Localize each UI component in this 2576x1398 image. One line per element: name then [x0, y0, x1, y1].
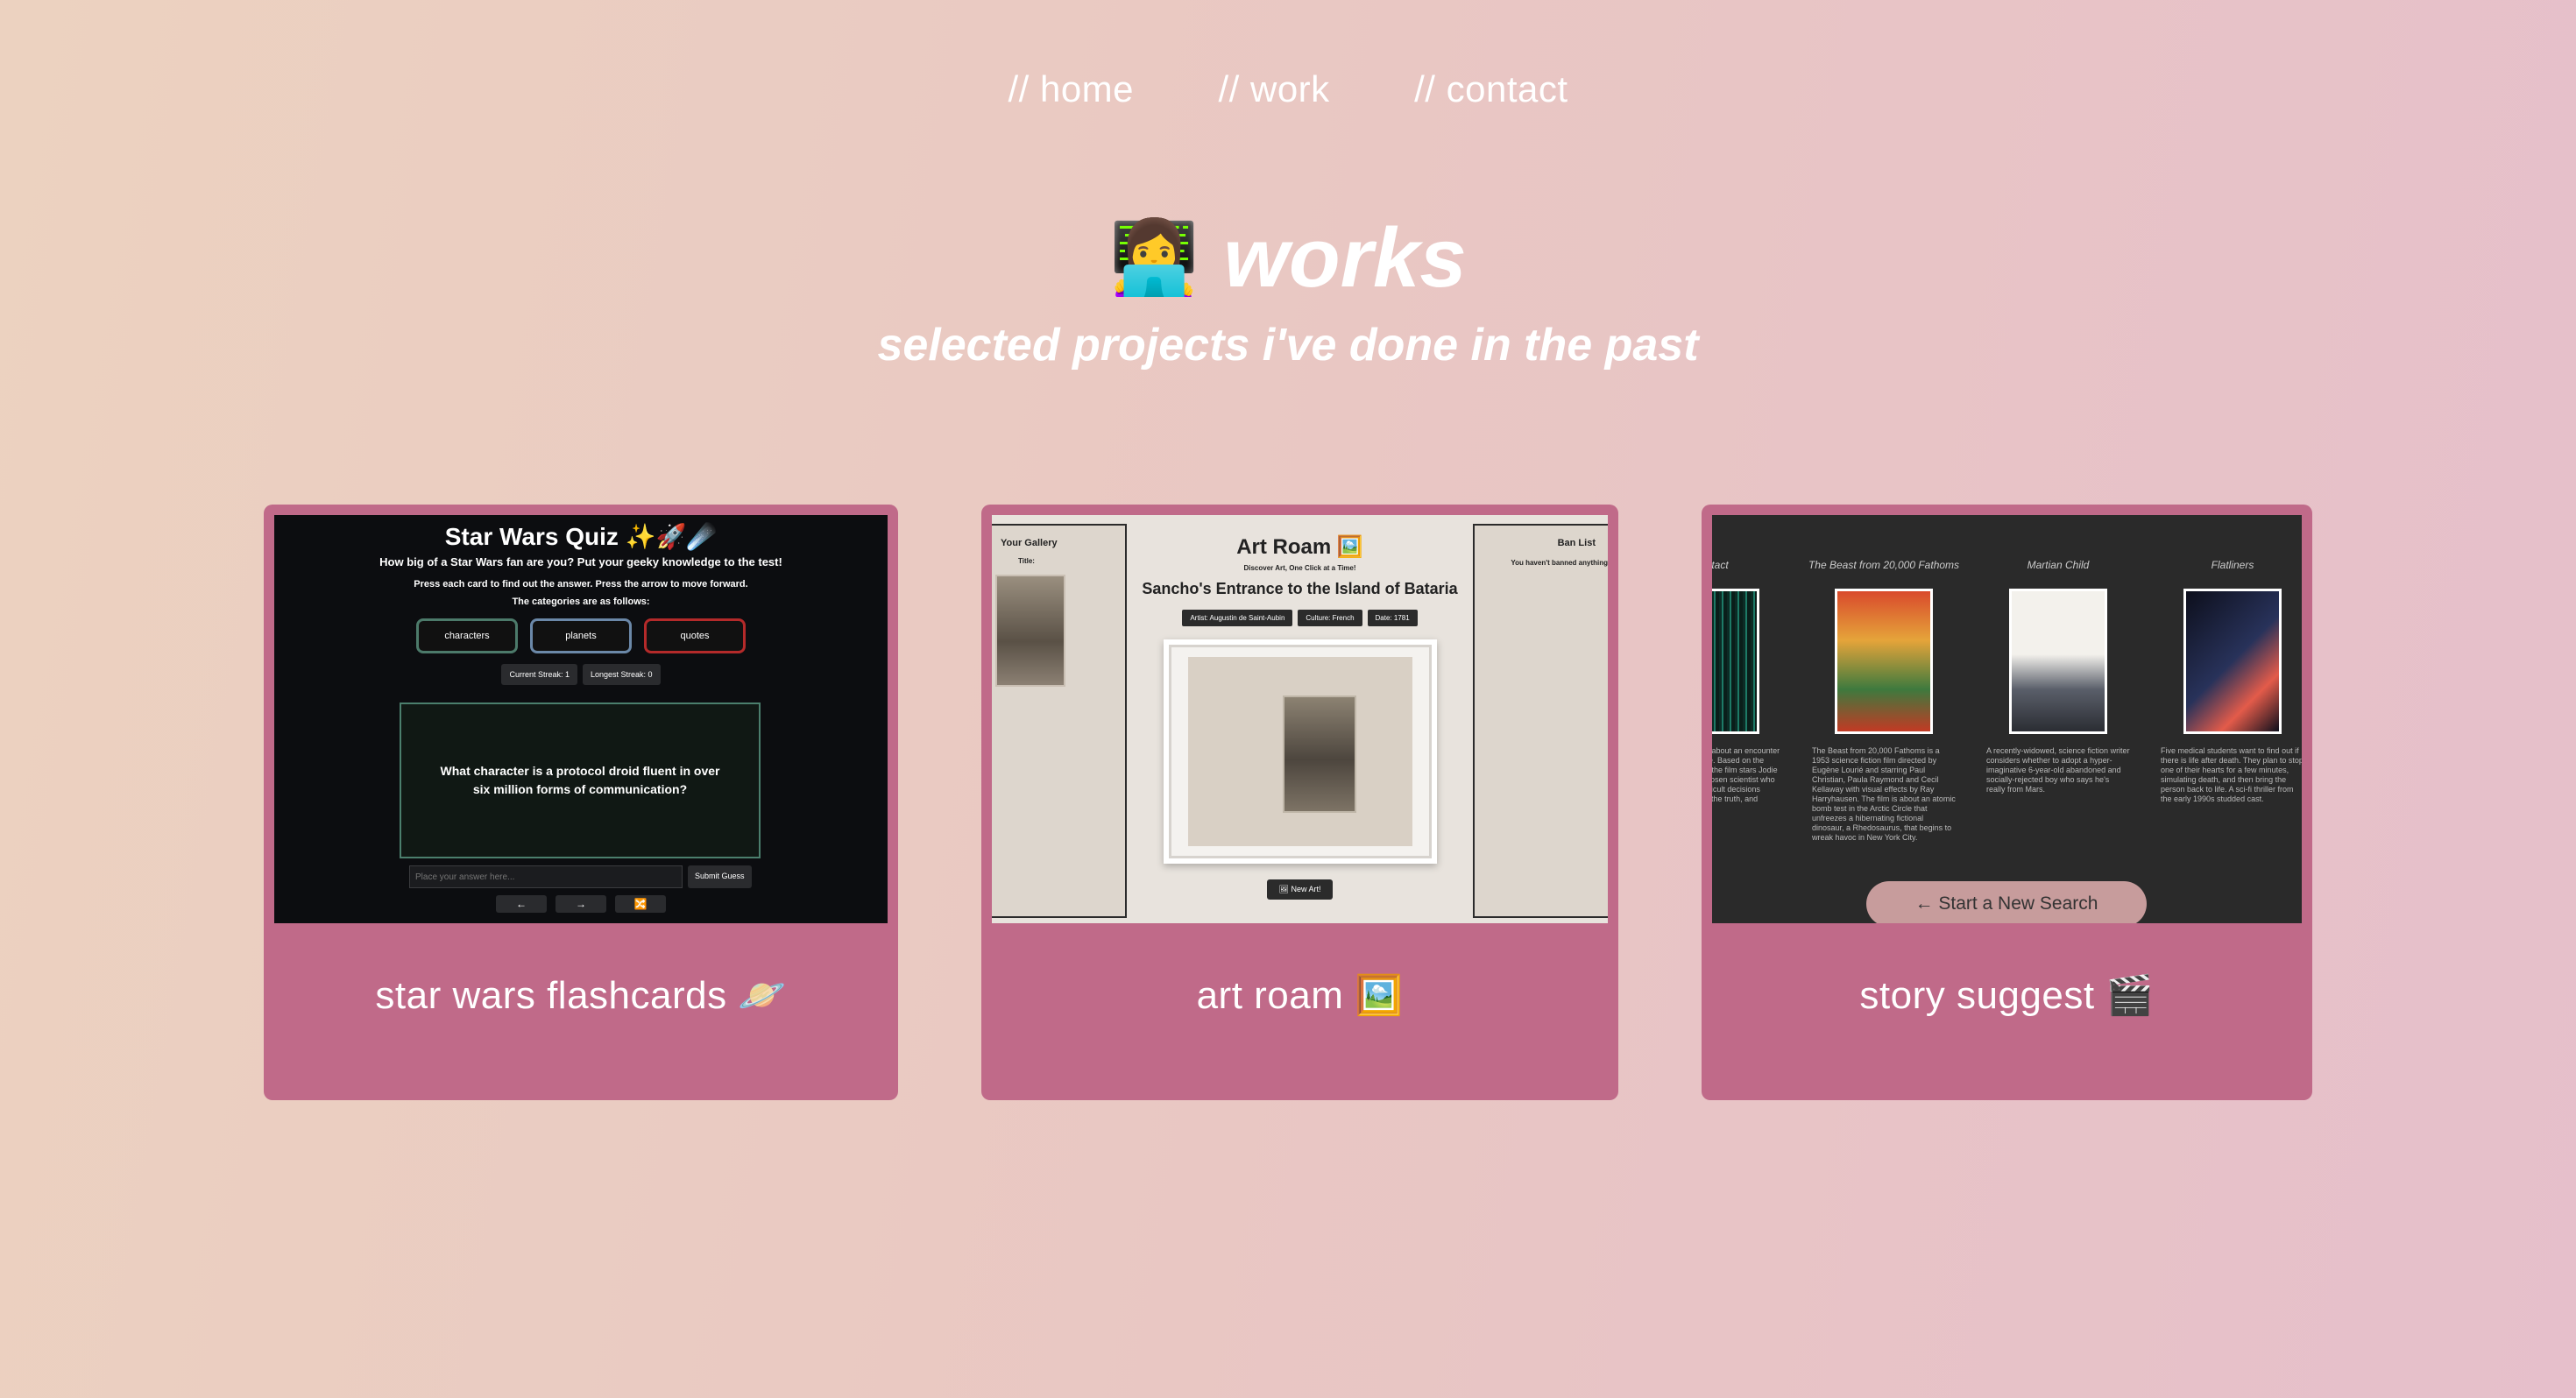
movie-description: The Beast from 20,000 Fathoms is a 1953 … [1812, 746, 1956, 842]
movie-description: A recently-widowed, science fiction writ… [1986, 746, 2130, 794]
movie-poster [1835, 589, 1933, 734]
movie-description: Five medical students want to find out i… [2161, 746, 2302, 803]
prev-arrow-icon: ← [496, 895, 547, 913]
new-search-button: ← Start a New Search [1866, 881, 2147, 923]
movie-card: The Beast from 20,000 Fathoms The Beast … [1805, 559, 1963, 843]
next-arrow-icon: → [556, 895, 606, 913]
story-suggest-preview: Contact A science fiction film about an … [1712, 515, 2302, 923]
nav-work-link[interactable]: // work [1218, 68, 1329, 110]
answer-row: Submit Guess [409, 865, 752, 888]
ban-list-empty: You haven't banned anything [1511, 559, 1608, 567]
page-title: 👩‍💻 works [1109, 210, 1467, 307]
movie-card: Flatliners Five medical students want to… [2154, 559, 2302, 804]
movie-title: The Beast from 20,000 Fathoms [1808, 559, 1960, 571]
artist-chip: Artist: Augustin de Saint-Aubin [1182, 610, 1293, 626]
artwork-frame [1164, 639, 1437, 864]
project-title: star wars flashcards 🪐 [375, 974, 787, 1017]
preview-title: Art Roam 🖼️ [1236, 535, 1363, 559]
category-characters: characters [416, 618, 518, 653]
artwork-attribute-chips: Artist: Augustin de Saint-Aubin Culture:… [1127, 610, 1473, 626]
art-roam-main: Art Roam 🖼️ Discover Art, One Click at a… [1127, 515, 1473, 923]
answer-input [409, 865, 683, 888]
movie-poster [1712, 589, 1759, 734]
star-wars-quiz-preview: Star Wars Quiz ✨🚀☄️ How big of a Star Wa… [274, 515, 888, 923]
movie-poster [2009, 589, 2107, 734]
movie-title: Contact [1712, 559, 1729, 571]
movie-title: Martian Child [2027, 559, 2090, 571]
project-card-story-suggest[interactable]: Contact A science fiction film about an … [1702, 505, 2312, 1100]
current-streak: Current Streak: 1 [501, 664, 577, 685]
project-title: story suggest 🎬 [1859, 974, 2155, 1017]
page-title-text: works [1223, 211, 1467, 305]
preview-streaks: Current Streak: 1 Longest Streak: 0 [274, 664, 888, 685]
new-art-row: 🖼 New Art! [1127, 879, 1473, 900]
question-card: What character is a protocol droid fluen… [400, 703, 761, 858]
art-roam-preview: Your Gallery Title: Art Roam 🖼️ Discover… [992, 515, 1608, 923]
movie-poster [2183, 589, 2282, 734]
shuffle-icon: 🔀 [615, 895, 666, 913]
nav-home-link[interactable]: // home [1008, 68, 1134, 110]
artwork-title: Sancho's Entrance to the Island of Batar… [1142, 580, 1458, 597]
culture-chip: Culture: French [1298, 610, 1362, 626]
movie-card: Contact A science fiction film about an … [1712, 559, 1789, 814]
nav-contact-link[interactable]: // contact [1414, 68, 1568, 110]
artwork-image [1283, 695, 1356, 813]
submit-guess-button: Submit Guess [688, 865, 752, 888]
preview-subtitle: How big of a Star Wars fan are you? Put … [379, 555, 782, 568]
ban-list-title: Ban List [1557, 538, 1596, 548]
movie-description: A science fiction film about an encounte… [1712, 746, 1780, 803]
gallery-title: Your Gallery [1001, 538, 1058, 548]
top-nav: // home // work // contact [0, 68, 2576, 110]
gallery-thumbnail [995, 575, 1065, 687]
artwork-mat [1188, 657, 1412, 846]
category-planets: planets [530, 618, 632, 653]
card-nav-row: ← → 🔀 [274, 895, 888, 913]
project-screenshot: Your Gallery Title: Art Roam 🖼️ Discover… [992, 515, 1608, 923]
gallery-item-label: Title: [1018, 557, 1035, 565]
ban-list-panel: Ban List You haven't banned anything [1473, 524, 1608, 918]
preview-instructions: Press each card to find out the answer. … [414, 579, 748, 590]
preview-categories-label: The categories are as follows: [512, 597, 650, 607]
project-card-art-roam[interactable]: Your Gallery Title: Art Roam 🖼️ Discover… [981, 505, 1618, 1100]
movie-card: Martian Child A recently-widowed, scienc… [1979, 559, 2137, 794]
question-text: What character is a protocol droid fluen… [440, 764, 720, 796]
longest-streak: Longest Streak: 0 [582, 664, 661, 685]
category-quotes: quotes [644, 618, 746, 653]
date-chip: Date: 1781 [1367, 610, 1418, 626]
gallery-panel: Your Gallery Title: [992, 524, 1127, 918]
new-art-button: 🖼 New Art! [1266, 879, 1334, 900]
project-screenshot: Contact A science fiction film about an … [1712, 515, 2302, 923]
project-screenshot: Star Wars Quiz ✨🚀☄️ How big of a Star Wa… [274, 515, 888, 923]
project-card-star-wars[interactable]: Star Wars Quiz ✨🚀☄️ How big of a Star Wa… [264, 505, 898, 1100]
preview-title: Star Wars Quiz ✨🚀☄️ [444, 523, 718, 550]
project-title: art roam 🖼️ [1196, 974, 1404, 1017]
page-subtitle: selected projects i've done in the past [877, 320, 1699, 371]
technologist-emoji-icon: 👩‍💻 [1109, 218, 1200, 298]
page-header: 👩‍💻 works selected projects i've done in… [0, 210, 2576, 371]
preview-category-row: characters planets quotes [274, 618, 888, 653]
movie-title: Flatliners [2211, 559, 2254, 571]
preview-tagline: Discover Art, One Click at a Time! [1243, 564, 1356, 572]
